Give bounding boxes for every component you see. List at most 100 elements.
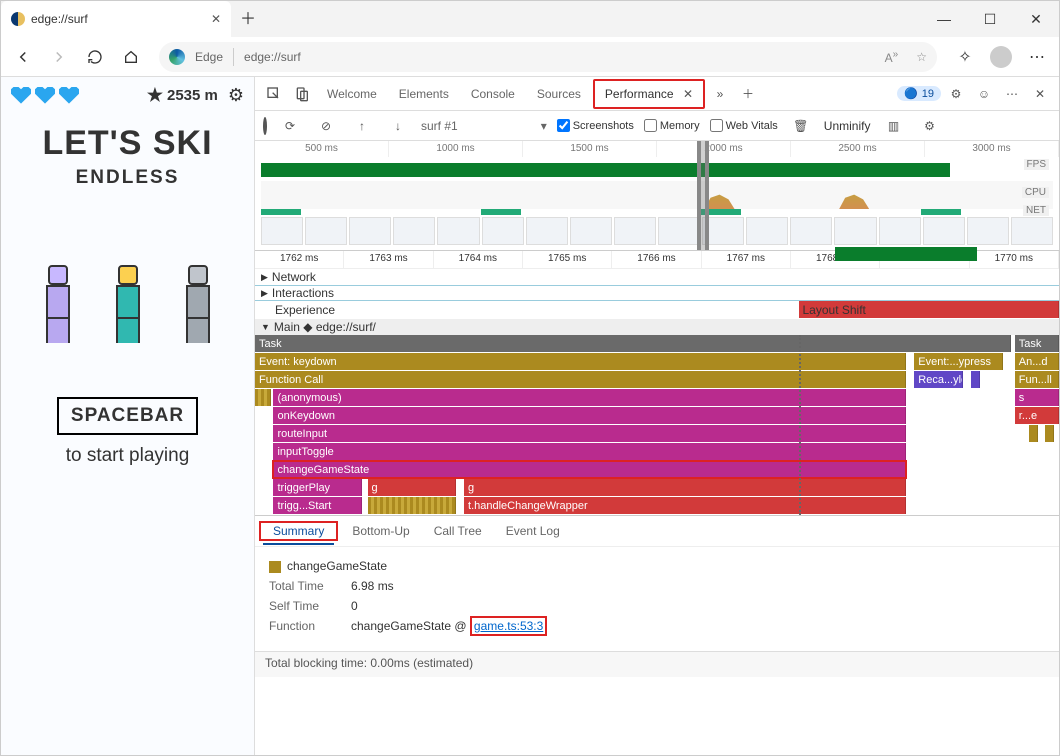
close-panel-icon[interactable]: ✕ [683, 87, 693, 101]
bar-and[interactable]: An...d [1015, 353, 1059, 370]
summary-fn: changeGameState [269, 559, 1045, 573]
address-bar[interactable]: Edge edge://surf A» ☆ [159, 42, 937, 72]
favorite-icon[interactable]: ☆ [916, 50, 927, 64]
bar-anonymous[interactable]: (anonymous) [273, 389, 906, 406]
address-row: Edge edge://surf A» ☆ ✧ ⋯ [1, 37, 1059, 77]
load-up-icon[interactable]: ↑ [349, 113, 375, 139]
profile-button[interactable] [985, 41, 1017, 73]
browser-tab[interactable]: edge://surf ✕ [1, 1, 231, 37]
tab-welcome[interactable]: Welcome [317, 81, 387, 107]
clear-icon[interactable]: ⊘ [313, 113, 339, 139]
perf-settings-icon[interactable]: ⚙ [916, 113, 942, 139]
bar-funll[interactable]: Fun...ll [1015, 371, 1059, 388]
bar-g[interactable]: g [464, 479, 906, 496]
bar-triggerplay[interactable]: triggerPlay [273, 479, 361, 496]
skier-option-selected[interactable] [111, 265, 145, 345]
bar-stripes[interactable] [255, 389, 271, 406]
record-button[interactable] [263, 119, 267, 133]
inspect-icon[interactable] [261, 81, 287, 107]
track-interactions[interactable]: ▶Interactions [255, 285, 1059, 301]
reader-icon[interactable]: A» [885, 49, 899, 65]
close-tab-icon[interactable]: ✕ [211, 12, 221, 26]
bar-s[interactable]: s [1015, 389, 1059, 406]
bar-triggstart[interactable]: trigg...Start [273, 497, 361, 514]
bar-stripes[interactable] [368, 497, 456, 514]
device-icon[interactable] [289, 81, 315, 107]
selection-marker [799, 335, 801, 515]
heart-icon [11, 87, 31, 105]
tab-performance[interactable]: Performance ✕ [593, 79, 705, 109]
tab-summary[interactable]: Summary [263, 519, 334, 545]
feedback-icon[interactable]: ☺ [971, 81, 997, 107]
track-network[interactable]: ▶Network [255, 269, 1059, 285]
tab-console[interactable]: Console [461, 81, 525, 107]
bar-violet[interactable] [971, 371, 980, 388]
reload-record-icon[interactable]: ⟳ [277, 113, 303, 139]
tab-eventlog[interactable]: Event Log [496, 519, 570, 543]
new-tab-button[interactable]: ＋ [231, 1, 265, 33]
skier-option[interactable] [41, 265, 75, 345]
close-window-button[interactable]: ✕ [1013, 1, 1059, 37]
add-tab-icon[interactable]: ＋ [735, 81, 761, 107]
bar-changegamestate[interactable]: changeGameState [273, 461, 906, 478]
tab-bottomup[interactable]: Bottom-Up [342, 519, 419, 543]
close-devtools-icon[interactable]: ✕ [1027, 81, 1053, 107]
bar-handlechange[interactable]: t.handleChangeWrapper [464, 497, 906, 514]
bar-onkeydown[interactable]: onKeydown [273, 407, 906, 424]
skier-option[interactable] [181, 265, 215, 345]
spacebar-key[interactable]: SPACEBAR [57, 397, 198, 435]
bar-recalc[interactable]: Reca...yle [914, 371, 962, 388]
more-icon[interactable]: ⋯ [999, 81, 1025, 107]
more-tabs-icon[interactable]: » [707, 81, 733, 107]
bar-task[interactable]: Task [1015, 335, 1059, 352]
settings-icon[interactable]: ⚙ [943, 81, 969, 107]
back-button[interactable] [7, 41, 39, 73]
copilot-button[interactable]: ✧ [949, 41, 981, 73]
heart-icon [59, 87, 79, 105]
settings-icon[interactable]: ⚙ [228, 85, 244, 106]
tab-sources[interactable]: Sources [527, 81, 591, 107]
tab-strip: edge://surf ✕ ＋ [1, 1, 265, 37]
webvitals-checkbox[interactable]: Web Vitals [710, 119, 778, 132]
star-icon: ★ [147, 85, 163, 106]
bar-re[interactable]: r...e [1015, 407, 1059, 424]
devtools: Welcome Elements Console Sources Perform… [255, 77, 1059, 755]
bar-tiny[interactable] [1045, 425, 1054, 442]
screenshots-checkbox[interactable]: Screenshots [557, 119, 634, 132]
maximize-button[interactable]: ☐ [967, 1, 1013, 37]
bar-tiny[interactable] [1029, 425, 1038, 442]
bar-function-call[interactable]: Function Call [255, 371, 906, 388]
ruler-bar [835, 247, 977, 261]
reload-button[interactable] [79, 41, 111, 73]
flame-chart[interactable]: Task Task Event: keydown Event:...ypress… [255, 335, 1059, 515]
tab-elements[interactable]: Elements [389, 81, 459, 107]
bar-task[interactable]: Task [255, 335, 1011, 352]
profile-dropdown[interactable]: surf #1▾ [421, 119, 547, 133]
tab-calltree[interactable]: Call Tree [424, 519, 492, 543]
flame-tracks[interactable]: ▶Network ▶Interactions Experience Layout… [255, 269, 1059, 515]
minimize-button[interactable]: — [921, 1, 967, 37]
tab-summary-highlight: Summary [259, 521, 338, 541]
trash-icon[interactable]: 🗑 [788, 113, 814, 139]
source-link[interactable]: game.ts:53:3 [474, 619, 543, 633]
unminify-label[interactable]: Unminify [824, 119, 871, 133]
bar-g[interactable]: g [368, 479, 456, 496]
bar-routeinput[interactable]: routeInput [273, 425, 906, 442]
track-main[interactable]: ▼Main ◆ edge://surf/ [255, 319, 1059, 335]
overview[interactable]: 500 ms 1000 ms 1500 ms 2000 ms 2500 ms 3… [255, 141, 1059, 251]
url-text: edge://surf [244, 50, 301, 64]
heart-icon [35, 87, 55, 105]
overview-selection-handle[interactable] [697, 141, 709, 250]
bar-event-keypress[interactable]: Event:...ypress [914, 353, 1002, 370]
bar-inputtoggle[interactable]: inputToggle [273, 443, 906, 460]
more-button[interactable]: ⋯ [1021, 41, 1053, 73]
layout-shift-bar[interactable]: Layout Shift [799, 301, 1060, 318]
content: ★2535 m ⚙ LET'S SKI ENDLESS SPACEBAR to … [1, 77, 1059, 755]
home-button[interactable] [115, 41, 147, 73]
memory-checkbox[interactable]: Memory [644, 119, 700, 132]
issues-indicator[interactable]: 🔵19 [897, 86, 941, 101]
bar-event-keydown[interactable]: Event: keydown [255, 353, 906, 370]
forward-button[interactable] [43, 41, 75, 73]
tracks-icon[interactable]: ▥ [880, 113, 906, 139]
save-down-icon[interactable]: ↓ [385, 113, 411, 139]
